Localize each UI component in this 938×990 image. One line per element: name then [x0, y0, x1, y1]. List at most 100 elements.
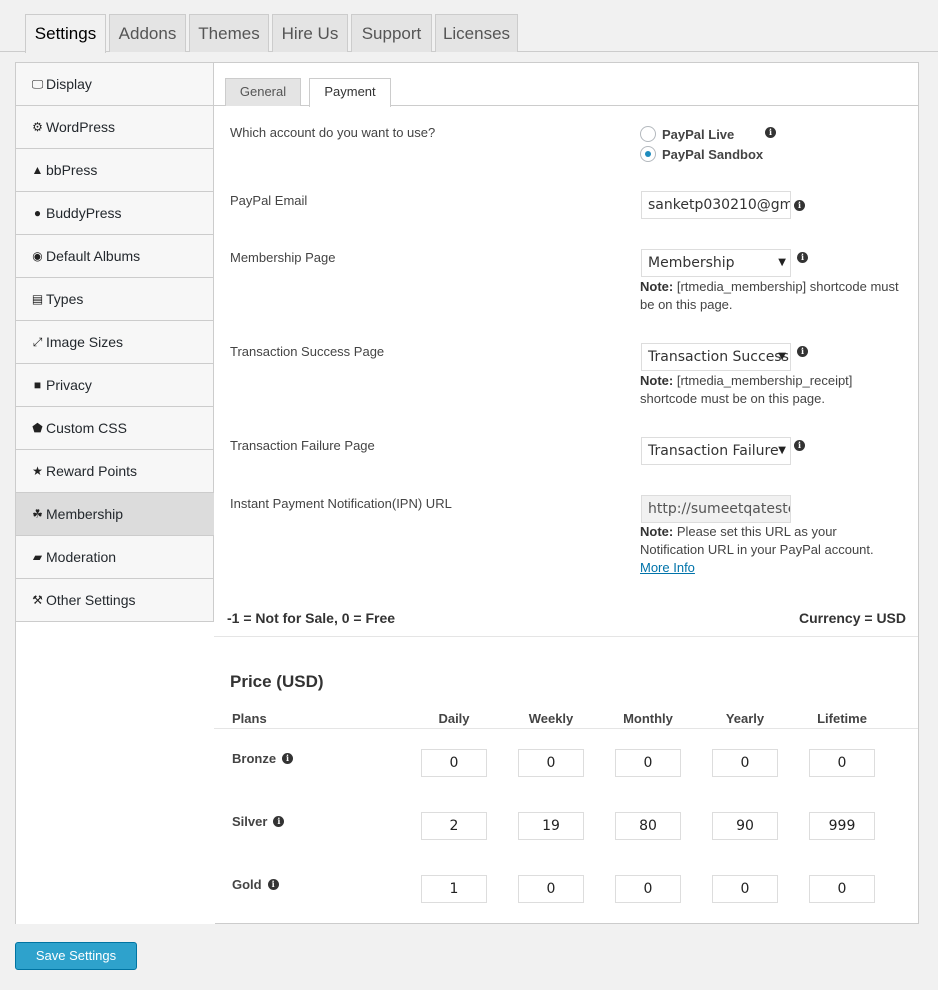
email-label: PayPal Email	[230, 193, 308, 208]
film-icon: ▤	[31, 292, 44, 306]
sidebar-item-label: Types	[46, 291, 84, 307]
sidebar-item-label: WordPress	[46, 119, 115, 135]
info-icon[interactable]: i	[267, 879, 279, 890]
radio-paypal-live[interactable]: PayPal Live	[640, 126, 734, 142]
sidebar-item-label: Default Albums	[46, 248, 141, 264]
users-icon: ●	[33, 206, 42, 220]
col-header-plans: Plans	[232, 711, 267, 726]
user-icon: ▲	[31, 163, 44, 177]
sidebar-item-custom-css[interactable]: ⬟ Custom CSS	[16, 407, 214, 450]
sidebar-item-wordpress[interactable]: ⚙ WordPress	[16, 106, 214, 149]
sidebar-item-label: Other Settings	[46, 592, 136, 608]
price-input-gold-lifetime[interactable]: 0	[809, 875, 875, 903]
tab-settings[interactable]: Settings	[25, 14, 106, 53]
radio-paypal-sandbox[interactable]: PayPal Sandbox	[640, 146, 763, 162]
cogs-icon: ⚙	[32, 120, 43, 134]
price-input-bronze-monthly[interactable]: 0	[615, 749, 681, 777]
sidebar-item-label: bbPress	[46, 162, 98, 178]
tab-themes[interactable]: Themes	[189, 14, 269, 52]
sidebar-item-default-albums[interactable]: ◉ Default Albums	[16, 235, 214, 278]
settings-content: General Payment Which account do you wan…	[214, 63, 918, 923]
sidebar-item-label: BuddyPress	[46, 205, 122, 221]
subtab-payment[interactable]: Payment	[309, 78, 391, 107]
price-input-bronze-yearly[interactable]: 0	[712, 749, 778, 777]
sidebar-item-label: Moderation	[46, 549, 117, 565]
radio-label: PayPal Sandbox	[662, 146, 764, 162]
sidebar-item-membership[interactable]: ☘ Membership	[16, 493, 214, 536]
plan-name-bronze: Bronze i	[232, 751, 294, 766]
price-input-bronze-lifetime[interactable]: 0	[809, 749, 875, 777]
dropdown-arrow-icon: ▼	[778, 445, 786, 456]
radio-button[interactable]	[640, 146, 656, 162]
sidebar-item-label: Reward Points	[46, 463, 138, 479]
col-header-monthly: Monthly	[623, 711, 673, 726]
success-note: Note: [rtmedia_membership_receipt] short…	[640, 373, 853, 406]
wrench-icon: ⚒	[32, 593, 43, 607]
price-input-gold-monthly[interactable]: 0	[615, 875, 681, 903]
info-icon[interactable]: i	[282, 753, 294, 764]
price-input-gold-weekly[interactable]: 0	[518, 875, 584, 903]
settings-panel: 🖵 Display ⚙ WordPress ▲ bbPress ● BuddyPress…	[15, 62, 919, 924]
price-input-bronze-daily[interactable]: 0	[421, 749, 487, 777]
sidebar-item-label: Membership	[46, 506, 124, 522]
sidebar-item-moderation[interactable]: ▰ Moderation	[16, 536, 214, 579]
membership-page-label: Membership Page	[230, 250, 336, 265]
sidebar-item-image-sizes[interactable]: ⤢ Image Sizes	[16, 321, 214, 364]
info-icon[interactable]: i	[273, 816, 285, 827]
price-input-gold-yearly[interactable]: 0	[712, 875, 778, 903]
tab-hire-us[interactable]: Hire Us	[272, 14, 348, 52]
info-icon[interactable]: i	[797, 346, 808, 357]
info-icon[interactable]: i	[794, 200, 805, 211]
price-input-silver-lifetime[interactable]: 999	[809, 812, 875, 840]
price-input-silver-weekly[interactable]: 19	[518, 812, 584, 840]
css3-icon: ⬟	[32, 421, 43, 435]
sidebar-item-label: Privacy	[46, 377, 92, 393]
ipn-url-input[interactable]: http://sumeetqatester	[641, 495, 791, 523]
tab-addons[interactable]: Addons	[109, 14, 186, 52]
sidebar-item-label: Custom CSS	[46, 420, 127, 436]
dropdown-arrow-icon: ▼	[778, 351, 786, 362]
star-icon: ★	[32, 464, 43, 478]
price-input-bronze-weekly[interactable]: 0	[518, 749, 584, 777]
select-value: Membership	[648, 255, 735, 271]
tab-support[interactable]: Support	[351, 14, 432, 52]
membership-page-select[interactable]: Membership ▼	[641, 249, 791, 277]
success-page-select[interactable]: Transaction Success ▼	[641, 343, 791, 371]
success-page-label: Transaction Success Page	[230, 344, 385, 359]
sidebar-item-reward-points[interactable]: ★ Reward Points	[16, 450, 214, 493]
sidebar-item-display[interactable]: 🖵 Display	[16, 63, 214, 106]
price-input-silver-yearly[interactable]: 90	[712, 812, 778, 840]
radio-label: PayPal Live	[662, 126, 735, 142]
sidebar-item-privacy[interactable]: ■ Privacy	[16, 364, 214, 407]
info-icon[interactable]: i	[797, 252, 808, 263]
sidebar-item-buddypress[interactable]: ● BuddyPress	[16, 192, 214, 235]
sidebar-item-bbpress[interactable]: ▲ bbPress	[16, 149, 214, 192]
col-header-weekly: Weekly	[528, 711, 574, 726]
ipn-label: Instant Payment Notification(IPN) URL	[230, 496, 452, 511]
monitor-icon: 🖵	[31, 77, 44, 91]
failure-page-label: Transaction Failure Page	[230, 438, 375, 453]
save-settings-button[interactable]: Save Settings	[15, 942, 137, 970]
sale-legend: -1 = Not for Sale, 0 = Free	[227, 610, 396, 626]
sidebar-item-types[interactable]: ▤ Types	[16, 278, 214, 321]
eraser-icon: ▰	[32, 550, 43, 564]
price-input-gold-daily[interactable]: 1	[421, 875, 487, 903]
price-input-silver-daily[interactable]: 2	[421, 812, 487, 840]
tab-licenses[interactable]: Licenses	[435, 14, 518, 52]
expand-icon: ⤢	[32, 335, 43, 349]
subtab-general[interactable]: General	[225, 78, 301, 106]
info-icon[interactable]: i	[765, 127, 776, 138]
price-input-silver-monthly[interactable]: 80	[615, 812, 681, 840]
membership-note: Note: [rtmedia_membership] shortcode mus…	[640, 279, 899, 312]
failure-page-select[interactable]: Transaction Failure ▼	[641, 437, 791, 465]
info-icon[interactable]: i	[794, 440, 805, 451]
plan-name-silver: Silver i	[232, 814, 285, 829]
radio-button[interactable]	[640, 126, 656, 142]
sidebar-item-other-settings[interactable]: ⚒ Other Settings	[16, 579, 214, 622]
top-tab-bar: Settings Addons Themes Hire Us Support L…	[0, 14, 938, 53]
account-label: Which account do you want to use?	[230, 125, 436, 140]
paypal-email-input[interactable]: sanketp030210@gmail.com	[641, 191, 791, 219]
select-value: Transaction Success	[648, 349, 789, 365]
more-info-link[interactable]: More Info	[640, 560, 695, 575]
col-header-lifetime: Lifetime	[817, 711, 867, 726]
